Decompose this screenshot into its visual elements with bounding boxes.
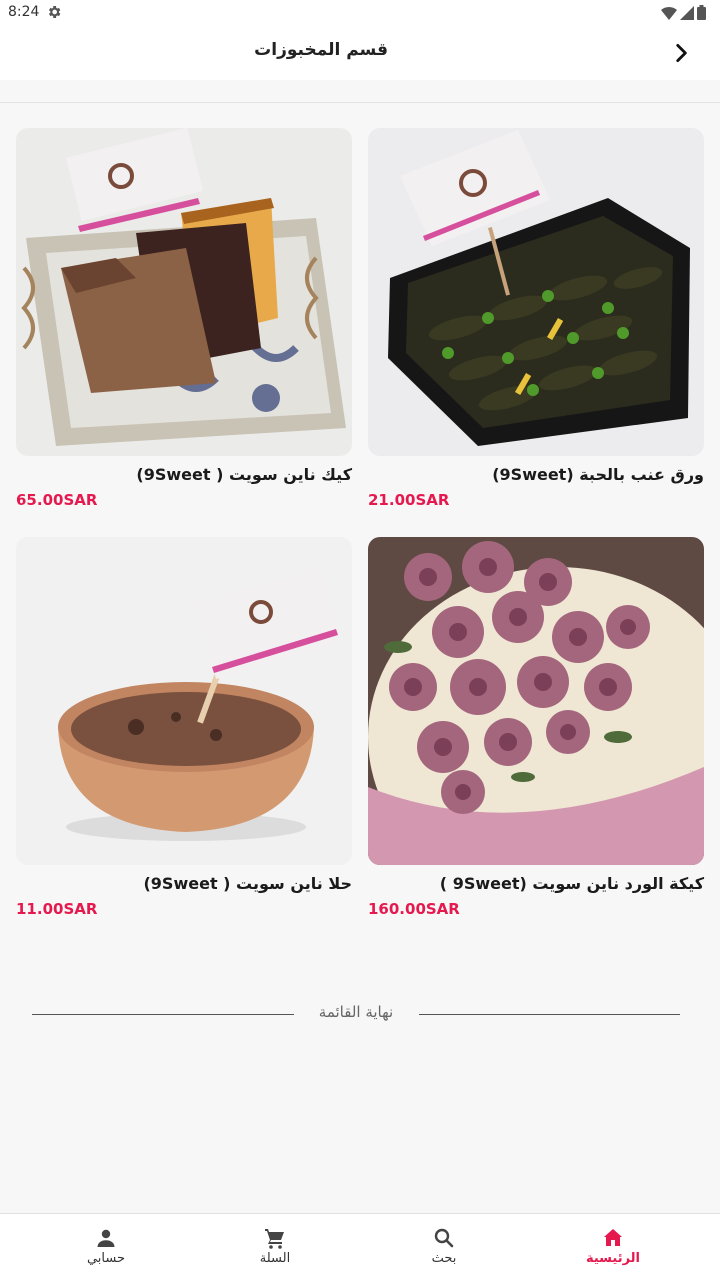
nav-account-label: حسابي: [86, 1251, 126, 1266]
product-card[interactable]: كيكة الورد ناين سويت (9Sweet ) 160.00SAR: [368, 537, 704, 919]
home-icon: [604, 1229, 622, 1246]
divider: [0, 102, 720, 103]
product-card[interactable]: ورق عنب بالحبة (9Sweet) 21.00SAR: [368, 128, 704, 510]
product-name[interactable]: ورق عنب بالحبة (9Sweet): [368, 464, 704, 486]
person-icon: [97, 1229, 115, 1247]
bottom-navigation: الرئيسية بحث السلة حسابي: [0, 1213, 720, 1280]
nav-cart-label: السلة: [259, 1251, 291, 1266]
product-name[interactable]: كيك ناين سويت ( 9Sweet): [16, 464, 352, 486]
app-bar: قسم المخبوزات: [0, 26, 720, 80]
status-bar: 8:24: [0, 0, 720, 26]
page-title: قسم المخبوزات: [254, 40, 388, 60]
product-name[interactable]: كيكة الورد ناين سويت (9Sweet ): [368, 873, 704, 895]
product-image[interactable]: [368, 537, 704, 865]
wifi-icon: [661, 6, 677, 20]
product-name[interactable]: حلا ناين سويت ( 9Sweet): [16, 873, 352, 895]
search-icon: [434, 1228, 454, 1248]
status-time: 8:24: [8, 4, 40, 20]
nav-home-label: الرئيسية: [585, 1251, 641, 1266]
signal-icon: [680, 5, 694, 20]
product-image[interactable]: [16, 537, 352, 865]
product-card[interactable]: حلا ناين سويت ( 9Sweet) 11.00SAR: [16, 537, 352, 919]
product-image[interactable]: [16, 128, 352, 456]
nav-search-label: بحث: [431, 1251, 457, 1266]
nav-search[interactable]: بحث: [384, 1226, 504, 1266]
product-card[interactable]: كيك ناين سويت ( 9Sweet) 65.00SAR: [16, 128, 352, 510]
battery-icon: [697, 5, 706, 20]
status-indicators: [661, 5, 706, 20]
product-price: 21.00SAR: [368, 491, 450, 509]
product-image[interactable]: [368, 128, 704, 456]
product-price: 160.00SAR: [368, 900, 460, 918]
chevron-right-icon[interactable]: [668, 40, 694, 66]
end-of-list: نهاية القائمة: [32, 1000, 680, 1028]
product-price: 65.00SAR: [16, 491, 98, 509]
product-price: 11.00SAR: [16, 900, 98, 918]
end-of-list-text: نهاية القائمة: [318, 1003, 394, 1021]
gear-icon: [49, 6, 61, 18]
cart-icon: [265, 1229, 284, 1249]
nav-account[interactable]: حسابي: [46, 1226, 166, 1266]
nav-home[interactable]: الرئيسية: [553, 1226, 673, 1266]
nav-cart[interactable]: السلة: [215, 1226, 335, 1266]
